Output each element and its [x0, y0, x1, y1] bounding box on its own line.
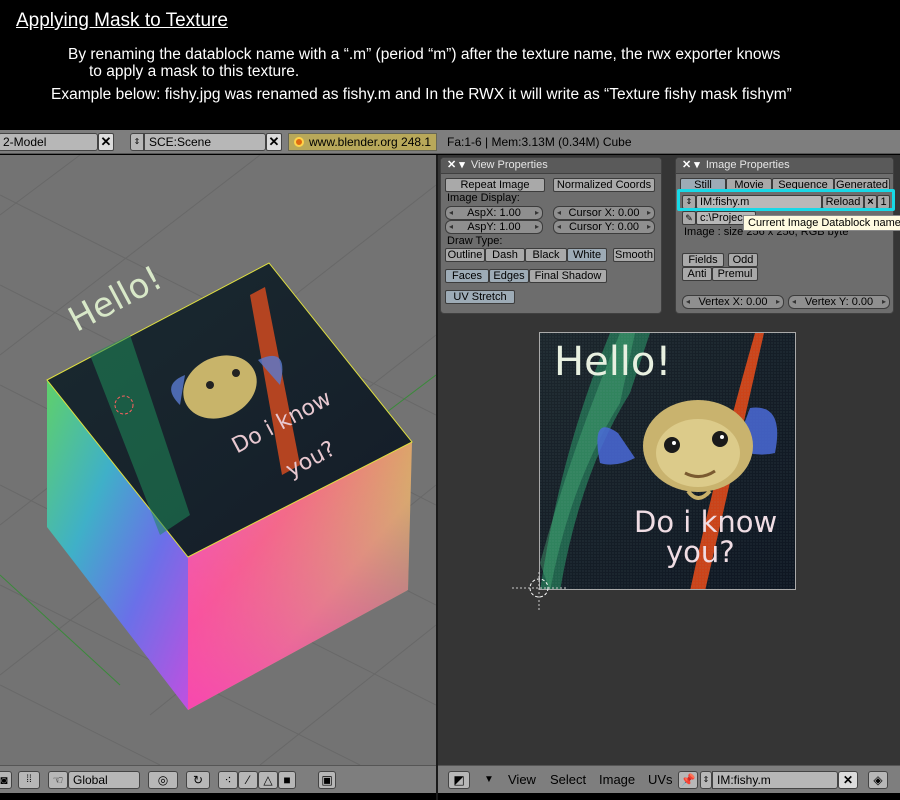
pin-icon[interactable]: 📌 — [678, 771, 698, 789]
render-icon[interactable]: ▣ — [318, 771, 336, 789]
cursor-y-field[interactable]: Cursor Y: 0.00 — [553, 220, 655, 234]
aspy-field[interactable]: AspY: 1.00 — [445, 220, 543, 234]
collapse-menu-arrow[interactable]: ▼ — [484, 774, 494, 785]
screen-selector[interactable]: 2-Model — [0, 133, 98, 151]
image-name-field-bottom[interactable]: IM:fishy.m — [712, 771, 838, 789]
menu-uvs[interactable]: UVs — [648, 772, 673, 787]
texture-question-line1: Do i know — [634, 505, 778, 539]
texture-image-display[interactable]: Hello! Do i know you? — [539, 332, 796, 590]
repeat-image-button[interactable]: Repeat Image — [445, 178, 545, 192]
view-properties-title: View Properties — [470, 159, 548, 171]
vertex-x-field[interactable]: Vertex X: 0.00 — [682, 295, 784, 309]
image-display-label: Image Display: — [447, 192, 520, 204]
editor-type-icon[interactable]: ◩ — [448, 771, 470, 789]
occlude-geometry-icon[interactable]: ■ — [278, 771, 296, 789]
texture-question-line2: you? — [666, 535, 735, 569]
close-scene-button[interactable]: ✕ — [266, 133, 282, 151]
draw-type-label: Draw Type: — [447, 235, 503, 247]
odd-toggle[interactable]: Odd — [728, 253, 758, 267]
blender-logo-icon — [294, 137, 304, 147]
uv-stretch-toggle[interactable]: UV Stretch — [445, 290, 515, 304]
blender-version-text: www.blender.org 248.1 — [309, 135, 432, 149]
image-properties-panel: ✕ ▾ Image Properties Still Movie Sequenc… — [675, 157, 894, 314]
blender-info-header: 2-Model ✕ ⇕ SCE:Scene ✕ www.blender.org … — [0, 130, 900, 154]
file-browse-icon[interactable]: ✎ — [682, 211, 696, 225]
anti-toggle[interactable]: Anti — [682, 267, 712, 281]
hand-grab-icon[interactable]: ☜ — [48, 771, 68, 789]
3d-viewport[interactable]: Hello! Do i know you? — [0, 155, 436, 765]
draw-outline-button[interactable]: Outline — [445, 248, 485, 262]
fields-toggle[interactable]: Fields — [682, 253, 724, 267]
final-shadow-toggle[interactable]: Final Shadow — [529, 269, 607, 283]
edges-toggle[interactable]: Edges — [489, 269, 529, 283]
vertex-select-icon[interactable]: ⁖ — [218, 771, 238, 789]
image-properties-title: Image Properties — [705, 159, 790, 171]
view-menu-icon[interactable]: ◙ — [0, 771, 12, 789]
image-paint-icon[interactable]: ◈ — [868, 771, 888, 789]
proportional-edit-icon[interactable]: ↻ — [186, 771, 210, 789]
2d-cursor[interactable] — [512, 572, 568, 612]
close-screen-button[interactable]: ✕ — [98, 133, 114, 151]
tutorial-title: Applying Mask to Texture — [16, 10, 228, 31]
image-name-tooltip: Current Image Datablock name. — [743, 215, 900, 231]
image-browse-arrow-bottom[interactable]: ⇕ — [700, 771, 712, 789]
premul-toggle[interactable]: Premul — [712, 267, 758, 281]
draw-white-button[interactable]: White — [567, 248, 607, 262]
blender-version-link[interactable]: www.blender.org 248.1 — [288, 133, 437, 151]
vertex-y-field[interactable]: Vertex Y: 0.00 — [788, 295, 890, 309]
image-name-highlight — [677, 189, 895, 211]
3d-viewport-canvas — [0, 155, 436, 765]
scene-menu-arrow[interactable]: ⇕ — [130, 133, 144, 151]
tutorial-text-line3: Example below: fishy.jpg was renamed as … — [51, 86, 792, 103]
close-panel-icon[interactable]: ✕ ▾ — [447, 159, 465, 171]
scene-stats: Fa:1-6 | Mem:3.13M (0.34M) Cube — [447, 135, 632, 149]
view-properties-panel: ✕ ▾ View Properties Repeat Image Normali… — [440, 157, 662, 314]
draw-smooth-button[interactable]: Smooth — [613, 248, 655, 262]
draw-black-button[interactable]: Black — [525, 248, 567, 262]
scene-selector[interactable]: SCE:Scene — [144, 133, 266, 151]
edge-select-icon[interactable]: ⁄ — [238, 771, 258, 789]
area-divider[interactable] — [436, 155, 438, 800]
snap-dots-icon[interactable]: ⁞⁞ — [18, 771, 40, 789]
orientation-dropdown[interactable]: Global — [68, 771, 140, 789]
viewport-header: ◙ ⁞⁞ ☜ Global ◎ ↻ ⁖ ⁄ △ ■ ▣ — [0, 765, 436, 793]
unlink-image-button-bottom[interactable]: ✕ — [838, 771, 858, 789]
menu-view[interactable]: View — [508, 772, 536, 787]
texture-hello-text: Hello! — [554, 339, 672, 385]
image-editor-header: ◩ ▼ View Select Image UVs 📌 ⇕ IM:fishy.m… — [438, 765, 900, 793]
menu-select[interactable]: Select — [550, 772, 586, 787]
pivot-point-icon[interactable]: ◎ — [148, 771, 178, 789]
tutorial-text-line2: to apply a mask to this texture. — [89, 63, 300, 80]
menu-image[interactable]: Image — [599, 772, 635, 787]
draw-dash-button[interactable]: Dash — [485, 248, 525, 262]
face-select-icon[interactable]: △ — [258, 771, 278, 789]
tutorial-text-line1: By renaming the datablock name with a “.… — [68, 46, 781, 63]
normalized-coords-button[interactable]: Normalized Coords — [553, 178, 655, 192]
aspx-field[interactable]: AspX: 1.00 — [445, 206, 543, 220]
cursor-x-field[interactable]: Cursor X: 0.00 — [553, 206, 655, 220]
faces-toggle[interactable]: Faces — [445, 269, 489, 283]
close-panel-icon[interactable]: ✕ ▾ — [682, 159, 700, 171]
